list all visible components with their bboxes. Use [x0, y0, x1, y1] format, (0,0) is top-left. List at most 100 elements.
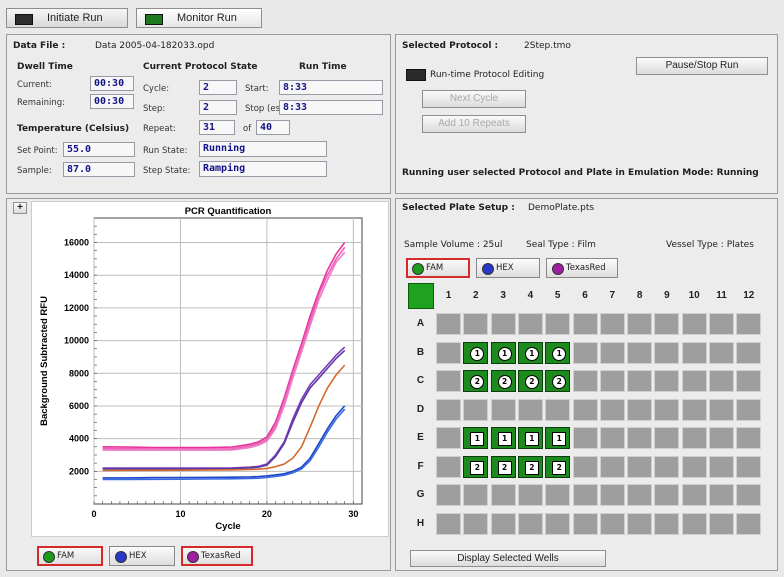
plate-well[interactable] — [545, 484, 571, 506]
plate-well[interactable] — [654, 512, 680, 535]
add-10-repeats-button[interactable]: Add 10 Repeats — [422, 115, 526, 133]
plate-well-assigned[interactable]: 1 — [490, 341, 516, 364]
plate-well[interactable] — [517, 484, 543, 506]
plate-well-assigned[interactable]: 2 — [463, 455, 489, 478]
plate-well[interactable] — [627, 484, 653, 506]
plate-well[interactable] — [654, 370, 680, 392]
plate-well[interactable] — [463, 512, 489, 535]
chart-dye-texasred-button[interactable]: TexasRed — [181, 546, 253, 566]
plate-well[interactable] — [490, 484, 516, 506]
plate-well-assigned[interactable]: 2 — [517, 455, 543, 478]
expand-chart-button[interactable]: + — [13, 202, 27, 214]
column-header[interactable]: 2 — [463, 285, 488, 307]
plate-well[interactable] — [599, 455, 625, 478]
plate-well[interactable] — [736, 455, 762, 478]
plate-well-assigned[interactable]: 1 — [463, 427, 489, 449]
plate-well[interactable] — [654, 341, 680, 364]
plate-well[interactable] — [709, 341, 734, 364]
plate-well[interactable] — [436, 398, 461, 421]
plate-well[interactable] — [736, 341, 762, 364]
plate-well[interactable] — [517, 512, 543, 535]
plate-well[interactable] — [627, 398, 653, 421]
plate-well[interactable] — [572, 455, 598, 478]
plate-well[interactable] — [599, 313, 625, 335]
plate-well[interactable] — [436, 484, 461, 506]
plate-well[interactable] — [736, 484, 762, 506]
plate-well-assigned[interactable]: 1 — [517, 427, 543, 449]
plate-well[interactable] — [545, 512, 571, 535]
plate-well[interactable] — [572, 484, 598, 506]
row-header[interactable]: D — [408, 399, 433, 421]
plate-well[interactable] — [709, 427, 734, 449]
plate-well[interactable] — [736, 398, 762, 421]
plate-well[interactable] — [463, 398, 489, 421]
plate-well[interactable] — [654, 427, 680, 449]
plate-well[interactable] — [627, 427, 653, 449]
plate-well-assigned[interactable]: 2 — [490, 370, 516, 392]
runtime-editing-toggle-icon[interactable] — [406, 69, 426, 81]
plate-well[interactable] — [572, 398, 598, 421]
column-header[interactable]: 6 — [573, 285, 598, 307]
plate-dye-texasred-button[interactable]: TexasRed — [546, 258, 618, 278]
plate-well[interactable] — [681, 455, 707, 478]
plate-well[interactable] — [736, 427, 762, 449]
plate-well-assigned[interactable]: 1 — [517, 341, 543, 364]
column-header[interactable]: 10 — [682, 285, 707, 307]
plate-well[interactable] — [436, 512, 461, 535]
plate-well[interactable] — [709, 455, 734, 478]
plate-well-assigned[interactable]: 1 — [463, 341, 489, 364]
plate-well-assigned[interactable]: 2 — [490, 455, 516, 478]
column-header[interactable]: 3 — [491, 285, 516, 307]
plate-well[interactable] — [490, 512, 516, 535]
plate-well[interactable] — [517, 398, 543, 421]
plate-well[interactable] — [572, 427, 598, 449]
plate-well[interactable] — [627, 512, 653, 535]
column-header[interactable]: 11 — [709, 285, 734, 307]
plate-well[interactable] — [599, 341, 625, 364]
plate-well[interactable] — [654, 455, 680, 478]
plate-well[interactable] — [463, 484, 489, 506]
plate-well[interactable] — [545, 398, 571, 421]
plate-well[interactable] — [599, 370, 625, 392]
plate-well[interactable] — [709, 313, 734, 335]
row-header[interactable]: H — [408, 513, 433, 535]
plate-well[interactable] — [517, 313, 543, 335]
plate-well-assigned[interactable]: 2 — [517, 370, 543, 392]
plate-well-assigned[interactable]: 2 — [463, 370, 489, 392]
plate-dye-fam-button[interactable]: FAM — [406, 258, 470, 278]
plate-well[interactable] — [572, 370, 598, 392]
plate-well[interactable] — [681, 398, 707, 421]
plate-well[interactable] — [736, 512, 762, 535]
tab-monitor-run[interactable]: Monitor Run — [136, 8, 262, 28]
plate-well-assigned[interactable]: 1 — [545, 341, 571, 364]
plate-well[interactable] — [681, 313, 707, 335]
plate-well[interactable] — [736, 370, 762, 392]
plate-well[interactable] — [627, 455, 653, 478]
tab-initiate-run[interactable]: Initiate Run — [6, 8, 128, 28]
display-selected-wells-button[interactable]: Display Selected Wells — [410, 550, 606, 567]
column-header[interactable]: 4 — [518, 285, 543, 307]
plate-well[interactable] — [436, 370, 461, 392]
plate-well[interactable] — [654, 313, 680, 335]
plate-well[interactable] — [627, 313, 653, 335]
column-header[interactable]: 7 — [600, 285, 625, 307]
row-header[interactable]: F — [408, 456, 433, 478]
plate-well[interactable] — [572, 341, 598, 364]
select-all-wells-button[interactable] — [408, 283, 434, 309]
plate-well[interactable] — [627, 370, 653, 392]
plate-well[interactable] — [681, 484, 707, 506]
row-header[interactable]: A — [408, 313, 433, 335]
plate-well[interactable] — [599, 512, 625, 535]
plate-well[interactable] — [572, 313, 598, 335]
plate-well[interactable] — [654, 398, 680, 421]
plate-well[interactable] — [463, 313, 489, 335]
plate-well[interactable] — [681, 512, 707, 535]
plate-well[interactable] — [627, 341, 653, 364]
plate-well[interactable] — [436, 455, 461, 478]
row-header[interactable]: G — [408, 484, 433, 506]
plate-well[interactable] — [709, 370, 734, 392]
plate-well[interactable] — [599, 398, 625, 421]
plate-well[interactable] — [599, 484, 625, 506]
plate-well-assigned[interactable]: 1 — [545, 427, 571, 449]
chart-dye-fam-button[interactable]: FAM — [37, 546, 103, 566]
